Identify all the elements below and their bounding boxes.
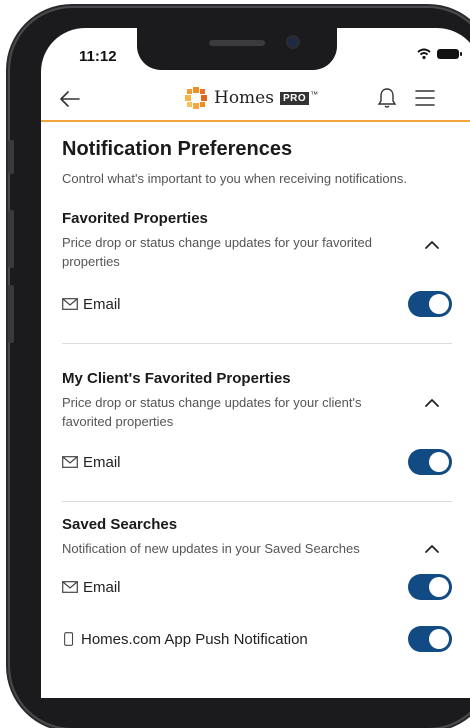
back-arrow-icon[interactable] (59, 88, 81, 110)
logo-mark-icon (185, 87, 207, 109)
speaker (209, 40, 265, 46)
email-toggle[interactable] (408, 574, 452, 600)
page-title: Notification Preferences (62, 138, 293, 160)
chevron-up-icon[interactable] (424, 398, 440, 408)
channel-label: Homes.com App Push Notification (81, 630, 308, 648)
channel-row-push: Homes.com App Push Notification (62, 624, 452, 654)
toggle-knob (429, 577, 449, 597)
toggle-knob (429, 452, 449, 472)
bell-icon[interactable] (377, 87, 397, 109)
page-description: Control what's important to you when rec… (62, 171, 407, 186)
section-favorited-properties: Favorited Properties Price drop or statu… (62, 210, 452, 319)
chevron-up-icon[interactable] (424, 544, 440, 554)
volume-button (8, 140, 14, 174)
toggle-knob (429, 294, 449, 314)
app-header: Homes PRO ™ (41, 80, 470, 122)
battery-icon (437, 49, 462, 59)
channel-label: Email (83, 453, 121, 471)
section-description: Price drop or status change updates for … (62, 395, 362, 429)
section-title: My Client's Favorited Properties (62, 370, 291, 387)
homes-pro-logo[interactable]: Homes PRO ™ (184, 86, 318, 110)
channel-row-email: Email (62, 447, 452, 477)
wifi-icon (417, 48, 431, 60)
channel-row-email: Email (62, 289, 452, 319)
envelope-icon (62, 581, 78, 593)
chevron-up-icon[interactable] (424, 240, 440, 250)
status-icons (417, 48, 462, 60)
trademark: ™ (310, 89, 319, 99)
section-saved-searches: Saved Searches Notification of new updat… (62, 516, 452, 654)
toggle-knob (429, 629, 449, 649)
camera (288, 37, 298, 47)
section-client-favorited-properties: My Client's Favorited Properties Price d… (62, 370, 452, 477)
section-title: Favorited Properties (62, 210, 208, 227)
section-description: Notification of new updates in your Save… (62, 541, 360, 556)
channel-label: Email (83, 578, 121, 596)
envelope-icon (62, 456, 78, 468)
push-toggle[interactable] (408, 626, 452, 652)
channel-row-email: Email (62, 572, 452, 602)
envelope-icon (62, 298, 78, 310)
email-toggle[interactable] (408, 291, 452, 317)
hamburger-menu-icon[interactable] (415, 89, 435, 107)
section-title: Saved Searches (62, 516, 178, 533)
phone-screen: 11:12 Homes PRO ™ Notification Preferenc… (41, 28, 470, 698)
pro-badge: PRO (279, 91, 310, 105)
email-toggle[interactable] (408, 449, 452, 475)
divider (62, 501, 452, 502)
phone-icon (64, 632, 74, 646)
volume-button (8, 210, 14, 268)
notch (137, 28, 337, 70)
channel-label: Email (83, 295, 121, 313)
logo-text: Homes (214, 88, 274, 108)
section-description: Price drop or status change updates for … (62, 235, 373, 269)
volume-button (8, 285, 14, 343)
status-time: 11:12 (79, 48, 117, 65)
divider (62, 343, 452, 344)
notification-preferences: Notification Preferences Control what's … (62, 138, 452, 654)
